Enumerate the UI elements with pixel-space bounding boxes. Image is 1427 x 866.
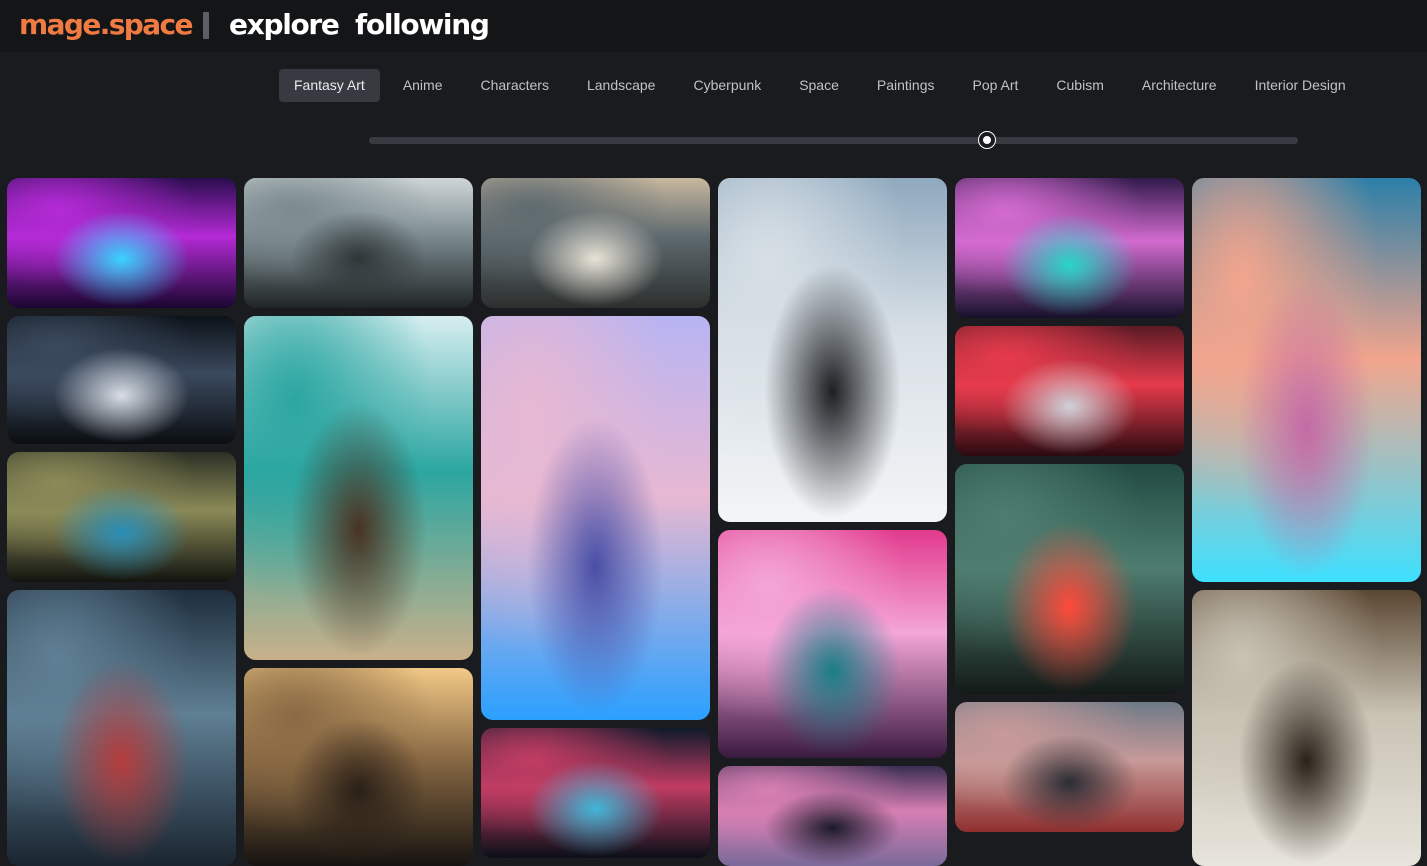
generated-artwork bbox=[244, 668, 473, 866]
tab-landscape[interactable]: Landscape bbox=[572, 69, 671, 102]
nav-separator bbox=[203, 12, 209, 39]
tab-cubism[interactable]: Cubism bbox=[1041, 69, 1118, 102]
generated-artwork bbox=[481, 728, 710, 858]
slider-thumb[interactable] bbox=[979, 132, 995, 148]
generated-artwork bbox=[244, 316, 473, 660]
gallery-image-neon-synthwave-room[interactable] bbox=[7, 178, 236, 308]
generated-artwork bbox=[955, 326, 1184, 456]
tab-characters[interactable]: Characters bbox=[466, 69, 564, 102]
gallery-image-saucer-tower-skyline[interactable] bbox=[244, 178, 473, 308]
gallery-image-hover-car-swamp[interactable] bbox=[7, 452, 236, 582]
image-gallery bbox=[0, 0, 1427, 866]
slider-fill bbox=[369, 137, 987, 144]
generated-artwork bbox=[955, 702, 1184, 832]
generated-artwork bbox=[1192, 590, 1421, 866]
generated-artwork bbox=[244, 178, 473, 308]
tab-cyberpunk[interactable]: Cyberpunk bbox=[678, 69, 776, 102]
generated-artwork bbox=[718, 530, 947, 758]
generated-artwork bbox=[718, 178, 947, 522]
gallery-image-saucer-vehicle-green[interactable] bbox=[955, 464, 1184, 694]
brand-logo[interactable]: mage.space bbox=[19, 8, 194, 41]
zoom-slider[interactable] bbox=[369, 132, 1298, 148]
generated-artwork bbox=[7, 452, 236, 582]
tab-interior-design[interactable]: Interior Design bbox=[1240, 69, 1361, 102]
gallery-image-gothic-dark-tower[interactable] bbox=[244, 668, 473, 866]
gallery-image-red-hover-racer[interactable] bbox=[955, 326, 1184, 456]
tab-space[interactable]: Space bbox=[784, 69, 854, 102]
generated-artwork bbox=[955, 464, 1184, 694]
tab-fantasy-art[interactable]: Fantasy Art bbox=[279, 69, 380, 102]
gallery-image-floating-island-portal[interactable] bbox=[1192, 178, 1421, 582]
generated-artwork bbox=[955, 178, 1184, 318]
tab-pop-art[interactable]: Pop Art bbox=[957, 69, 1033, 102]
gallery-image-retro-pinup-bridge[interactable] bbox=[244, 316, 473, 660]
gallery-image-construction-bridge-arch[interactable] bbox=[1192, 590, 1421, 866]
nav-explore[interactable]: explore bbox=[229, 8, 340, 41]
top-navigation-bar: mage.space explore following bbox=[0, 0, 1427, 52]
generated-artwork bbox=[718, 766, 947, 866]
gallery-image-cyber-city-bots[interactable] bbox=[955, 178, 1184, 318]
generated-artwork bbox=[481, 316, 710, 720]
tab-anime[interactable]: Anime bbox=[388, 69, 458, 102]
gallery-image-desert-sports-car[interactable] bbox=[481, 178, 710, 308]
generated-artwork bbox=[7, 590, 236, 866]
gallery-image-misty-neon-canyon[interactable] bbox=[718, 766, 947, 866]
generated-artwork bbox=[481, 178, 710, 308]
category-tabs: Fantasy Art Anime Characters Landscape Cyber… bbox=[279, 69, 1369, 102]
gallery-image-monolith-snow-tower[interactable] bbox=[718, 178, 947, 522]
tab-architecture[interactable]: Architecture bbox=[1127, 69, 1232, 102]
generated-artwork bbox=[7, 316, 236, 444]
gallery-image-rainy-neon-street[interactable] bbox=[481, 728, 710, 858]
gallery-image-crystal-egg-fortress[interactable] bbox=[481, 316, 710, 720]
gallery-image-pink-mirror-hallway[interactable] bbox=[718, 530, 947, 758]
gallery-image-alien-ufo-pods[interactable] bbox=[7, 316, 236, 444]
tab-paintings[interactable]: Paintings bbox=[862, 69, 950, 102]
nav-following[interactable]: following bbox=[355, 8, 490, 41]
gallery-image-hazy-skyline-dusk[interactable] bbox=[955, 702, 1184, 832]
gallery-image-misty-spire-city[interactable] bbox=[7, 590, 236, 866]
generated-artwork bbox=[1192, 178, 1421, 582]
generated-artwork bbox=[7, 178, 236, 308]
